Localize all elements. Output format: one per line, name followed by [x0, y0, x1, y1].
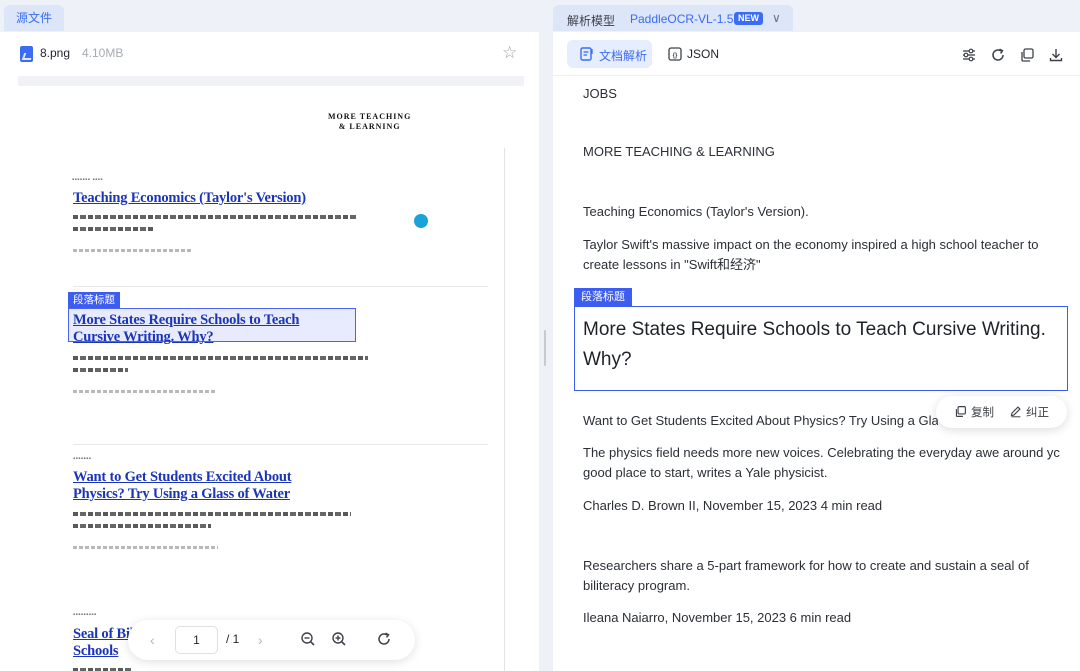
zoom-out-icon[interactable] [300, 631, 316, 647]
doc-divider [73, 286, 488, 287]
doc-article-title: Teaching Economics (Taylor's Version) [73, 190, 306, 206]
doc-divider [73, 444, 488, 445]
settings-sliders-icon[interactable] [961, 47, 977, 63]
result-paragraph: MORE TEACHING & LEARNING [583, 144, 775, 159]
doc-masthead: MORE TEACHING & LEARNING [328, 112, 412, 131]
doc-article-meta [73, 546, 218, 549]
download-icon[interactable] [1048, 47, 1064, 63]
result-pane: 解析模型 PaddleOCR-VL-1.5 NEW ∨ 文档解析 {} JSON… [553, 0, 1080, 671]
result-paragraph: Researchers share a 5-part framework for… [583, 558, 1029, 593]
page-total: / 1 [226, 632, 240, 646]
chevron-down-icon[interactable]: ∨ [772, 11, 781, 25]
doc-article-summary [73, 368, 128, 372]
new-badge: NEW [734, 12, 763, 25]
parse-result-content[interactable]: JOBS MORE TEACHING & LEARNING Teaching E… [553, 76, 1080, 671]
doc-article-summary [73, 524, 211, 528]
doc-kicker: ▪▪▪▪▪▪▪ ▪▪▪▪ [72, 177, 104, 183]
copy-icon[interactable] [1019, 47, 1035, 63]
result-paragraph: Ileana Naiarro, November 15, 2023 6 min … [583, 610, 852, 625]
page-navigator: ‹ 1 / 1 › [128, 620, 415, 660]
block-action-popover: 复制 纠正 [936, 396, 1067, 428]
tab-label: 文档解析 [599, 49, 648, 63]
tab-source-file[interactable]: 源文件 [4, 5, 65, 31]
doc-article-title: Physics? Try Using a Glass of Water [73, 486, 290, 502]
file-size: 4.10MB [82, 46, 124, 60]
image-file-icon [20, 46, 33, 62]
zoom-in-icon[interactable] [331, 631, 347, 647]
star-icon[interactable]: ☆ [502, 43, 517, 63]
doc-kicker: ▪▪▪▪▪▪▪ [73, 456, 92, 462]
column-divider [504, 148, 505, 671]
copy-icon[interactable] [954, 405, 967, 418]
tab-label: JSON [687, 47, 720, 61]
result-paragraph: Charles D. Brown II, November 15, 2023 4… [583, 498, 883, 513]
doc-article-summary [73, 227, 155, 231]
result-heading-block[interactable]: More States Require Schools to Teach Cur… [574, 306, 1068, 391]
doc-article-meta [73, 390, 215, 393]
result-heading: More States Require Schools to Teach Cur… [583, 319, 1046, 370]
doc-article-summary [73, 356, 368, 360]
result-paragraph: JOBS [583, 86, 617, 101]
doc-article-summary [73, 512, 351, 516]
doc-article-title: Want to Get Students Excited About [73, 469, 292, 485]
refresh-icon[interactable] [990, 47, 1006, 63]
model-label: 解析模型 [567, 14, 616, 28]
result-card: 文档解析 {} JSON JOBS MORE TEACHING & LEARNI… [553, 32, 1080, 671]
correct-button[interactable]: 纠正 [1026, 404, 1049, 420]
rotate-icon[interactable] [376, 631, 392, 647]
doc-label-tag: 段落标题 [68, 292, 120, 308]
doc-top-bar [18, 76, 524, 86]
doc-kicker: ▪▪▪▪▪▪▪▪▪ [73, 612, 97, 618]
copy-button[interactable]: 复制 [971, 404, 994, 420]
doc-article-summary [73, 215, 358, 219]
model-selector[interactable]: 解析模型 PaddleOCR-VL-1.5 NEW ∨ [553, 5, 793, 31]
result-paragraph: The physics field needs more new voices.… [583, 445, 1060, 480]
pencil-icon[interactable] [1009, 405, 1022, 418]
document-preview[interactable]: MORE TEACHING & LEARNING ▪▪▪▪▪▪▪ ▪▪▪▪ Te… [18, 86, 524, 671]
source-card: 8.png 4.10MB ☆ MORE TEACHING & LEARNING … [0, 32, 539, 671]
result-paragraph: Taylor Swift's massive impact on the eco… [583, 237, 1039, 272]
svg-text:{}: {} [673, 53, 678, 59]
result-paragraph: Teaching Economics (Taylor's Version). [583, 204, 809, 219]
result-label-tag: 段落标题 [574, 288, 632, 306]
result-paragraph: Want to Get Students Excited About Physi… [583, 413, 938, 428]
doc-article-title: More States Require Schools to Teach [73, 312, 300, 328]
prev-page-icon[interactable]: ‹ [150, 631, 155, 649]
tab-document-parse[interactable]: 文档解析 [567, 40, 652, 68]
doc-article-title: Schools [73, 643, 119, 659]
document-edit-icon [580, 47, 593, 61]
json-icon: {} [668, 47, 682, 61]
file-name: 8.png [40, 46, 71, 60]
model-name[interactable]: PaddleOCR-VL-1.5 [630, 12, 733, 26]
doc-image-dot [414, 214, 428, 228]
result-toolbar: 文档解析 {} JSON [553, 32, 1080, 76]
doc-article-meta [73, 249, 191, 252]
source-pane: 源文件 8.png 4.10MB ☆ MORE TEACHING & LEARN… [0, 0, 539, 671]
doc-article-title: Cursive Writing. Why? [73, 329, 214, 345]
file-header: 8.png 4.10MB ☆ [0, 32, 539, 76]
next-page-icon[interactable]: › [258, 631, 263, 649]
pane-splitter-handle[interactable] [544, 330, 546, 366]
page-number-input[interactable]: 1 [175, 626, 218, 654]
